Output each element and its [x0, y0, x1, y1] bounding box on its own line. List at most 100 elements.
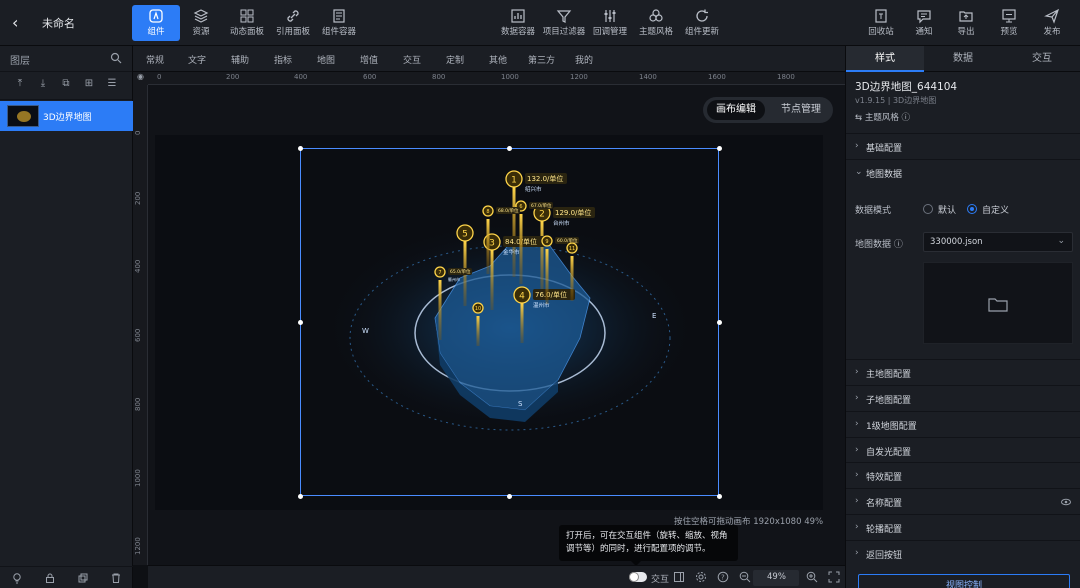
- ruler-tick: 1400: [639, 73, 657, 81]
- category-tab[interactable]: 交互: [403, 53, 421, 66]
- search-icon[interactable]: [110, 52, 122, 64]
- ruler-tick: 600: [134, 328, 142, 342]
- delete-icon[interactable]: [110, 572, 122, 584]
- resize-handle[interactable]: [717, 320, 722, 325]
- map-data-select[interactable]: 330000.json ⌄: [923, 232, 1073, 252]
- node-manage-tab[interactable]: 节点管理: [772, 100, 830, 120]
- toolbar-recycle-button[interactable]: 回收站: [857, 5, 905, 41]
- project-title[interactable]: 未命名: [42, 15, 75, 31]
- tab-interaction[interactable]: 交互: [1003, 46, 1080, 72]
- tab-style[interactable]: 样式: [846, 46, 924, 72]
- category-tab[interactable]: 指标: [274, 53, 292, 66]
- chevron-right-icon: ›: [855, 419, 859, 429]
- radio-default[interactable]: [923, 204, 933, 214]
- toolbar-notify-button[interactable]: 通知: [900, 5, 948, 41]
- ruler-tick: 1600: [708, 73, 726, 81]
- toolbar-reference-panel-button[interactable]: 引用面板: [269, 5, 317, 41]
- layers-icon: [193, 8, 209, 24]
- toolbar-dynamic-panel-button[interactable]: 动态面板: [223, 5, 271, 41]
- chevron-right-icon: ›: [855, 445, 859, 455]
- selection-box[interactable]: [300, 148, 719, 496]
- category-tab[interactable]: 定制: [446, 53, 464, 66]
- resize-handle[interactable]: [717, 494, 722, 499]
- toolbar-theme-button[interactable]: 主题风格: [632, 5, 680, 41]
- category-tab[interactable]: 增值: [360, 53, 378, 66]
- config-section[interactable]: › 自发光配置: [846, 437, 1080, 463]
- config-section[interactable]: › 1级地图配置: [846, 411, 1080, 437]
- zoom-out-icon[interactable]: [739, 571, 751, 583]
- resize-handle[interactable]: [507, 146, 512, 151]
- resize-handle[interactable]: [717, 146, 722, 151]
- toolbar-publish-button[interactable]: 发布: [1028, 5, 1076, 41]
- config-section[interactable]: › 子地图配置: [846, 385, 1080, 411]
- category-tab[interactable]: 第三方: [528, 53, 555, 66]
- ruler-tick: 1200: [134, 537, 142, 555]
- layer-panel-title: 图层: [10, 56, 30, 67]
- resize-handle[interactable]: [298, 494, 303, 499]
- chevron-right-icon: ›: [855, 548, 859, 558]
- category-tab[interactable]: 我的: [575, 53, 593, 66]
- toolbar-data-container-button[interactable]: 数据容器: [494, 5, 542, 41]
- folder-icon: [988, 296, 1008, 312]
- theme-style-link[interactable]: ⇆ 主题风格 ⓘ: [855, 111, 910, 123]
- category-tab[interactable]: 其他: [489, 53, 507, 66]
- config-section[interactable]: › 返回按钮: [846, 540, 1080, 566]
- config-section[interactable]: › 主地图配置: [846, 359, 1080, 385]
- config-section[interactable]: › 特效配置: [846, 462, 1080, 488]
- config-panel: 样式 数据 交互 3D边界地图_644104 v1.9.15 | 3D边界地图 …: [845, 46, 1080, 588]
- copy-icon[interactable]: [77, 572, 89, 584]
- layer-item[interactable]: 3D边界地图: [0, 101, 133, 131]
- move-bottom-icon[interactable]: ⤓: [37, 78, 49, 90]
- canvas-edit-tab[interactable]: 画布编辑: [707, 100, 765, 120]
- category-tab[interactable]: 文字: [188, 53, 206, 66]
- component-category-bar: 常规 文字 辅助 指标 地图 增值 交互 定制 其他 第三方 我的: [133, 46, 845, 72]
- filter-icon: [556, 8, 572, 24]
- resize-handle[interactable]: [298, 146, 303, 151]
- config-section[interactable]: › 轮播配置: [846, 514, 1080, 540]
- list-icon[interactable]: ☰: [106, 78, 118, 90]
- settings-icon[interactable]: [695, 571, 707, 583]
- toolbar-callback-button[interactable]: 回调管理: [586, 5, 634, 41]
- panel-icon[interactable]: [673, 571, 685, 583]
- link-icon: [285, 8, 301, 24]
- resize-handle[interactable]: [507, 494, 512, 499]
- category-tab[interactable]: 常规: [146, 53, 164, 66]
- zoom-input[interactable]: 49%: [753, 570, 799, 586]
- toolbar-component-button[interactable]: 组件: [132, 5, 180, 41]
- tab-data[interactable]: 数据: [924, 46, 1002, 72]
- toolbar-preview-button[interactable]: 预览: [985, 5, 1033, 41]
- chevron-down-icon: ⌄: [855, 167, 863, 177]
- palette-icon: [648, 8, 664, 24]
- move-top-icon[interactable]: ⤒: [14, 78, 26, 90]
- interact-toggle[interactable]: [629, 572, 647, 582]
- category-tab[interactable]: 辅助: [231, 53, 249, 66]
- toolbar-filter-button[interactable]: 项目过滤器: [540, 5, 588, 41]
- toolbar-resource-button[interactable]: 资源: [177, 5, 225, 41]
- radio-custom[interactable]: [967, 204, 977, 214]
- ungroup-icon[interactable]: ⊞: [83, 78, 95, 90]
- eye-icon[interactable]: ◉: [133, 72, 148, 85]
- layer-thumbnail: [7, 105, 39, 127]
- toolbar-export-button[interactable]: 导出: [942, 5, 990, 41]
- toolbar-container-button[interactable]: 组件容器: [315, 5, 363, 41]
- ruler-tick: 800: [134, 397, 142, 411]
- lock-icon[interactable]: [44, 572, 56, 584]
- category-tab[interactable]: 地图: [317, 53, 335, 66]
- config-section[interactable]: › 名称配置: [846, 488, 1080, 514]
- sliders-icon: [602, 8, 618, 24]
- fit-screen-icon[interactable]: [828, 571, 840, 583]
- chevron-down-icon: ⌄: [1057, 236, 1065, 246]
- chevron-left-icon[interactable]: ‹: [12, 13, 26, 33]
- view-control-button[interactable]: 视图控制: [858, 574, 1070, 588]
- file-upload-area[interactable]: [923, 262, 1073, 344]
- resize-handle[interactable]: [298, 320, 303, 325]
- section-map-data[interactable]: ⌄ 地图数据: [846, 159, 1080, 185]
- group-icon[interactable]: ⧉: [60, 78, 72, 90]
- eye-icon[interactable]: [1061, 497, 1071, 507]
- lightbulb-icon[interactable]: [11, 572, 23, 584]
- zoom-in-icon[interactable]: [806, 571, 818, 583]
- refresh-icon: [694, 8, 710, 24]
- help-icon[interactable]: ?: [717, 571, 729, 583]
- section-basic-config[interactable]: › 基础配置: [846, 133, 1080, 159]
- toolbar-update-button[interactable]: 组件更新: [678, 5, 726, 41]
